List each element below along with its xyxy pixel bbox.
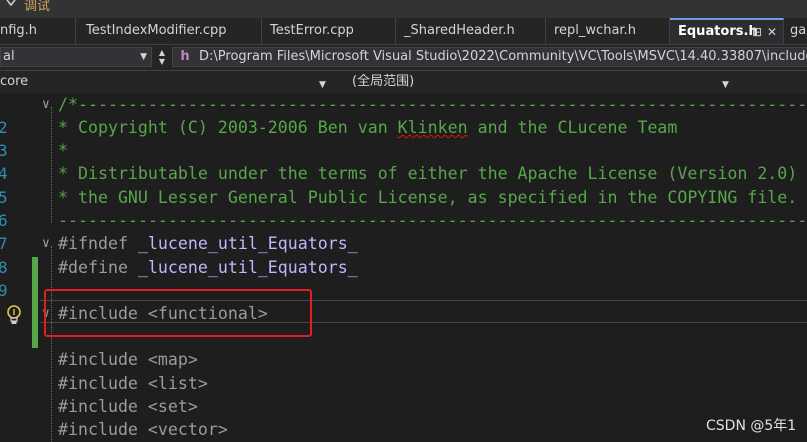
code-text: * Distributable under the terms of eithe… (58, 164, 807, 183)
code-line: #include <set> (0, 395, 807, 418)
tab-testindexmodifier-cpp[interactable]: TestIndexModifier.cpp (76, 18, 262, 44)
file-path-text: D:\Program Files\Microsoft Visual Studio… (199, 49, 807, 64)
line-number: 6 (0, 211, 8, 230)
code-text: * Copyright (C) 2003-2006 Ben van Klinke… (58, 118, 678, 137)
code-line: 3 * (0, 139, 807, 162)
tab-label: TestIndexModifier.cpp (86, 23, 227, 38)
pin-icon[interactable]: ⊟ (752, 20, 762, 44)
project-dropdown[interactable]: core ▼ (0, 72, 330, 91)
fold-chevron-icon[interactable]: ∨ (42, 232, 50, 255)
code-line: 5 * the GNU Lesser General Public Licens… (0, 186, 807, 209)
navigation-bar: al ▼ ▲ ▼ h D:\Program Files\Microsoft Visu… (0, 45, 807, 71)
preprocessor-directive: #define (58, 258, 138, 277)
chevron-down-icon (6, 0, 16, 7)
document-tab-bar: nfig.h TestIndexModifier.cpp TestError.c… (0, 18, 807, 45)
scope-range-dropdown[interactable]: (全局范围) ▼ (352, 72, 737, 91)
tab-sharedheader-h[interactable]: _SharedHeader.h (396, 18, 546, 44)
scope-range-value: (全局范围) (352, 74, 415, 89)
macro-name: _lucene_util_Equators_ (137, 258, 358, 277)
tab-label: ga (790, 23, 807, 38)
scope-dropdown-value: al (3, 49, 15, 64)
close-icon[interactable]: ✕ (767, 20, 777, 44)
code-text: * (58, 141, 68, 160)
line-number: 3 (0, 141, 8, 160)
code-line: 8 #define _lucene_util_Equators_ (0, 256, 807, 279)
code-line: ∨ /*------------------------------------… (0, 93, 807, 116)
code-line: 4 * Distributable under the terms of eit… (0, 162, 807, 185)
file-path-dropdown[interactable]: h D:\Program Files\Microsoft Visual Studi… (172, 47, 807, 67)
code-line: 6 --------------------------------------… (0, 209, 807, 232)
member-navigation-bar: core ▼ (全局范围) ▼ (0, 71, 807, 94)
menu-dropdown-caret[interactable] (0, 0, 20, 15)
line-number: 8 (0, 258, 8, 277)
project-dropdown-value: core (0, 74, 29, 89)
preprocessor-directive: #ifndef (58, 234, 138, 253)
code-text: #include <list> (58, 374, 208, 393)
tab-testerror-cpp[interactable]: TestError.cpp (262, 18, 396, 44)
code-line: #include <list> (0, 372, 807, 395)
code-line: #include <vector> (0, 418, 807, 441)
header-file-icon: h (180, 49, 190, 64)
tab-label: nfig.h (0, 23, 38, 38)
code-line: 2 * Copyright (C) 2003-2006 Ben van Klin… (0, 116, 807, 139)
menu-item-debug[interactable]: 调试 (24, 0, 50, 15)
code-text: #include <map> (58, 350, 198, 369)
code-line: 7 ∨ #ifndef _lucene_util_Equators_ (0, 232, 807, 255)
code-text: #ifndef _lucene_util_Equators_ (58, 232, 358, 255)
up-down-arrows-icon[interactable]: ▲ ▼ (156, 48, 168, 66)
watermark-text: CSDN @5年1 (706, 418, 797, 434)
macro-name: _lucene_util_Equators_ (137, 234, 358, 253)
code-text: * the GNU Lesser General Public License,… (58, 188, 798, 207)
scope-dropdown[interactable]: al ▼ (0, 47, 152, 67)
highlight-annotation-box (44, 289, 312, 337)
code-text: ----------------------------------------… (58, 211, 807, 230)
line-number: 4 (0, 164, 8, 183)
line-number: 7 (0, 234, 8, 253)
lightbulb-icon[interactable] (5, 304, 23, 326)
line-number: 9 (0, 281, 8, 300)
code-text: #define _lucene_util_Equators_ (58, 256, 358, 279)
line-number: 2 (0, 118, 8, 137)
tab-equators-h[interactable]: Equators.h ⊟ ✕ (670, 18, 784, 44)
fold-chevron-icon[interactable]: ∨ (42, 93, 50, 116)
tab-config-h[interactable]: nfig.h (0, 18, 76, 44)
code-text: /*--------------------------------------… (58, 95, 807, 114)
menu-bar: 调试 (0, 0, 807, 18)
tab-label: _SharedHeader.h (404, 23, 515, 38)
line-number: 5 (0, 188, 8, 207)
code-text: #include <set> (58, 397, 198, 416)
tab-label: Equators.h (678, 24, 758, 39)
code-editor[interactable]: ∨ /*------------------------------------… (0, 93, 807, 442)
tab-label: TestError.cpp (270, 23, 354, 38)
code-text: #include <vector> (58, 420, 228, 439)
tab-repl-wchar-h[interactable]: repl_wchar.h (546, 18, 670, 44)
tab-ga[interactable]: ga (786, 18, 807, 44)
spelling-squiggle: Klinken (397, 118, 468, 137)
tab-label: repl_wchar.h (554, 23, 636, 38)
chevron-down-icon: ▼ (140, 52, 147, 62)
code-line: #include <map> (0, 348, 807, 371)
